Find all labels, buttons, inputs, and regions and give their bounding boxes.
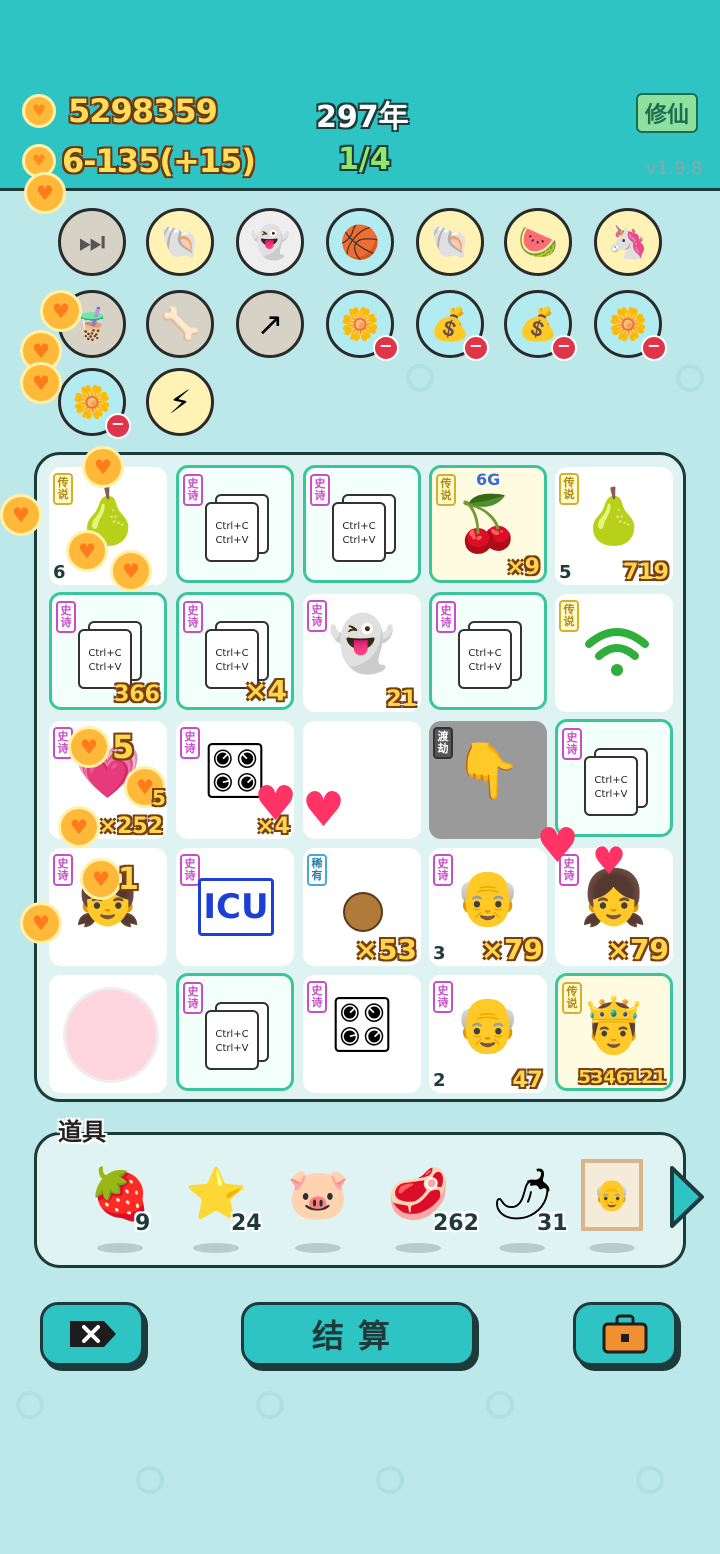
cell-level: 5 — [559, 562, 572, 583]
cell-count: 366 — [114, 682, 160, 707]
bag-button[interactable] — [573, 1302, 677, 1366]
pear-icon: 🍐 — [580, 485, 648, 548]
floating-coin-icon: ♥ — [82, 446, 124, 488]
items-panel: 🍓 9 ⭐ 24 🐷 🥩 262 🌶 31 👴 — [34, 1132, 686, 1268]
items-title: 道具 — [58, 1118, 106, 1146]
cell-count: 719 — [623, 560, 669, 585]
money-bag-icon[interactable]: 💰 − — [416, 290, 489, 361]
portrait-item[interactable]: 👴 — [571, 1159, 661, 1253]
settle-button[interactable]: 结算 — [241, 1302, 475, 1366]
board-cell[interactable]: 传说 6G 🍒 ×9 — [429, 465, 547, 583]
board-cell[interactable]: 传说 🍐 5 719 — [555, 467, 673, 585]
heart-icon: ♥ — [254, 776, 298, 832]
fruits-icon[interactable]: 🍉 — [504, 208, 572, 276]
cell-count: ×9 — [506, 555, 540, 580]
item-count: 24 — [231, 1211, 262, 1236]
item-count: 9 — [135, 1211, 151, 1236]
money-bag-icon-2[interactable]: 💰 − — [504, 290, 577, 361]
floating-coin-icon: ♥ — [24, 172, 66, 214]
ctrl-c-v-icon: Ctrl+C Ctrl+V — [332, 494, 396, 564]
coin-icon: ♥ — [22, 94, 56, 128]
floating-coin-icon: ♥ — [58, 806, 100, 848]
board-cell[interactable]: 史诗 Ctrl+C Ctrl+V 366 — [49, 592, 167, 710]
floating-coin-icon: ♥ — [20, 362, 62, 404]
item-count: 31 — [537, 1211, 568, 1236]
remove-badge[interactable]: − — [373, 335, 399, 361]
cancel-button[interactable] — [40, 1302, 144, 1366]
heart-icon: ♥ — [536, 818, 580, 874]
coin-total: 5298359 — [68, 92, 218, 130]
ghost-icon[interactable]: 👻 — [236, 208, 304, 276]
ctrl-c-v-icon: Ctrl+C Ctrl+V — [458, 621, 522, 691]
rarity-tag: 史诗 — [183, 474, 203, 506]
ctrl-c-v-icon: Ctrl+C Ctrl+V — [78, 621, 142, 691]
ctrl-c-v-icon: Ctrl+C Ctrl+V — [205, 494, 269, 564]
floating-coin-icon: ♥ — [20, 902, 62, 944]
stage-progress: 1/4 — [338, 142, 391, 177]
rarity-tag: 史诗 — [56, 601, 76, 633]
dead-ghost-icon: 👻 — [328, 612, 396, 675]
lychee-item[interactable]: 🍓 9 — [79, 1161, 169, 1253]
chili-item[interactable]: 🌶 31 — [481, 1161, 571, 1253]
pear-icon: 🍐 — [74, 485, 142, 548]
rarity-tag: 史诗 — [436, 601, 456, 633]
floating-coin-icon: ♥ — [40, 290, 82, 332]
board-cell[interactable]: 史诗 Ctrl+C Ctrl+V — [176, 465, 294, 583]
income-rate: 6-135(+15) — [62, 142, 256, 180]
star-item[interactable]: ⭐ 24 — [175, 1161, 265, 1253]
skip-icon[interactable]: ⏭ — [58, 208, 126, 276]
floating-coin-icon: ♥ — [0, 494, 42, 536]
lychee-crown-icon: 🍒 — [454, 492, 522, 555]
shell-icon-2[interactable]: 🐚 — [416, 208, 484, 276]
shell-icon[interactable]: 🐚 — [146, 208, 214, 276]
wifi-icon — [585, 628, 649, 676]
flower-pot-icon[interactable]: 🌼 − — [326, 290, 399, 361]
board-cell[interactable]: 史诗 Ctrl+C Ctrl+V — [429, 592, 547, 710]
remove-badge[interactable]: − — [463, 335, 489, 361]
close-icon — [70, 1321, 116, 1347]
liver-item[interactable]: 🥩 262 — [377, 1161, 479, 1253]
item-count: 262 — [433, 1211, 479, 1236]
next-arrow-icon[interactable] — [666, 1164, 706, 1230]
portrait-icon: 👴 — [581, 1159, 643, 1231]
cell-level: 6 — [53, 562, 66, 583]
heart-icon: ♥ — [302, 782, 346, 838]
rarity-tag: 史诗 — [183, 601, 203, 633]
basketballs-icon[interactable]: 🏀 — [326, 208, 394, 276]
board-cell[interactable]: 史诗 👻 21 — [303, 594, 421, 712]
remove-badge[interactable]: − — [641, 335, 667, 361]
remove-badge[interactable]: − — [551, 335, 577, 361]
arrow-card-icon[interactable]: ↗ — [236, 290, 304, 358]
cell-count: ×4 — [244, 674, 287, 707]
unicorn-icon[interactable]: 🦄 — [594, 208, 662, 276]
rarity-tag: 史诗 — [310, 474, 330, 506]
board-cell[interactable]: 史诗 Ctrl+C Ctrl+V — [303, 465, 421, 583]
version-label: v1.9.8 — [646, 158, 703, 179]
dog-bowl-icon[interactable]: 🦴 — [146, 290, 214, 358]
piggy-bank-icon: 🐷 — [287, 1165, 350, 1223]
flower-pot-icon-3[interactable]: 🌼 − — [58, 368, 131, 439]
briefcase-icon — [602, 1314, 648, 1354]
year-counter: 297年 — [316, 100, 409, 135]
rarity-tag: 传说 — [559, 600, 579, 632]
piggy-bank-item[interactable]: 🐷 — [277, 1161, 367, 1253]
floating-coin-icon: ♥ — [68, 726, 110, 768]
top-status-bar: ♥ 5298359 ♥ 6-135(+15) 297年 1/4 修仙 v1.9.… — [0, 0, 720, 191]
remove-badge[interactable]: − — [105, 413, 131, 439]
lightning-icon[interactable]: ⚡ — [146, 368, 214, 436]
flower-pot-icon-2[interactable]: 🌼 − — [594, 290, 667, 361]
floating-coin-icon: ♥ — [110, 550, 152, 592]
cell-count: 21 — [386, 687, 417, 712]
board-cell[interactable]: 史诗 Ctrl+C Ctrl+V ×4 — [176, 592, 294, 710]
xiuxian-button[interactable]: 修仙 — [636, 93, 698, 133]
floating-coin-icon: ♥ — [66, 530, 108, 572]
six-g-label: 6G — [476, 470, 501, 489]
heart-icon: ♥ — [592, 839, 627, 883]
board-cell[interactable]: 传说 — [555, 594, 673, 712]
